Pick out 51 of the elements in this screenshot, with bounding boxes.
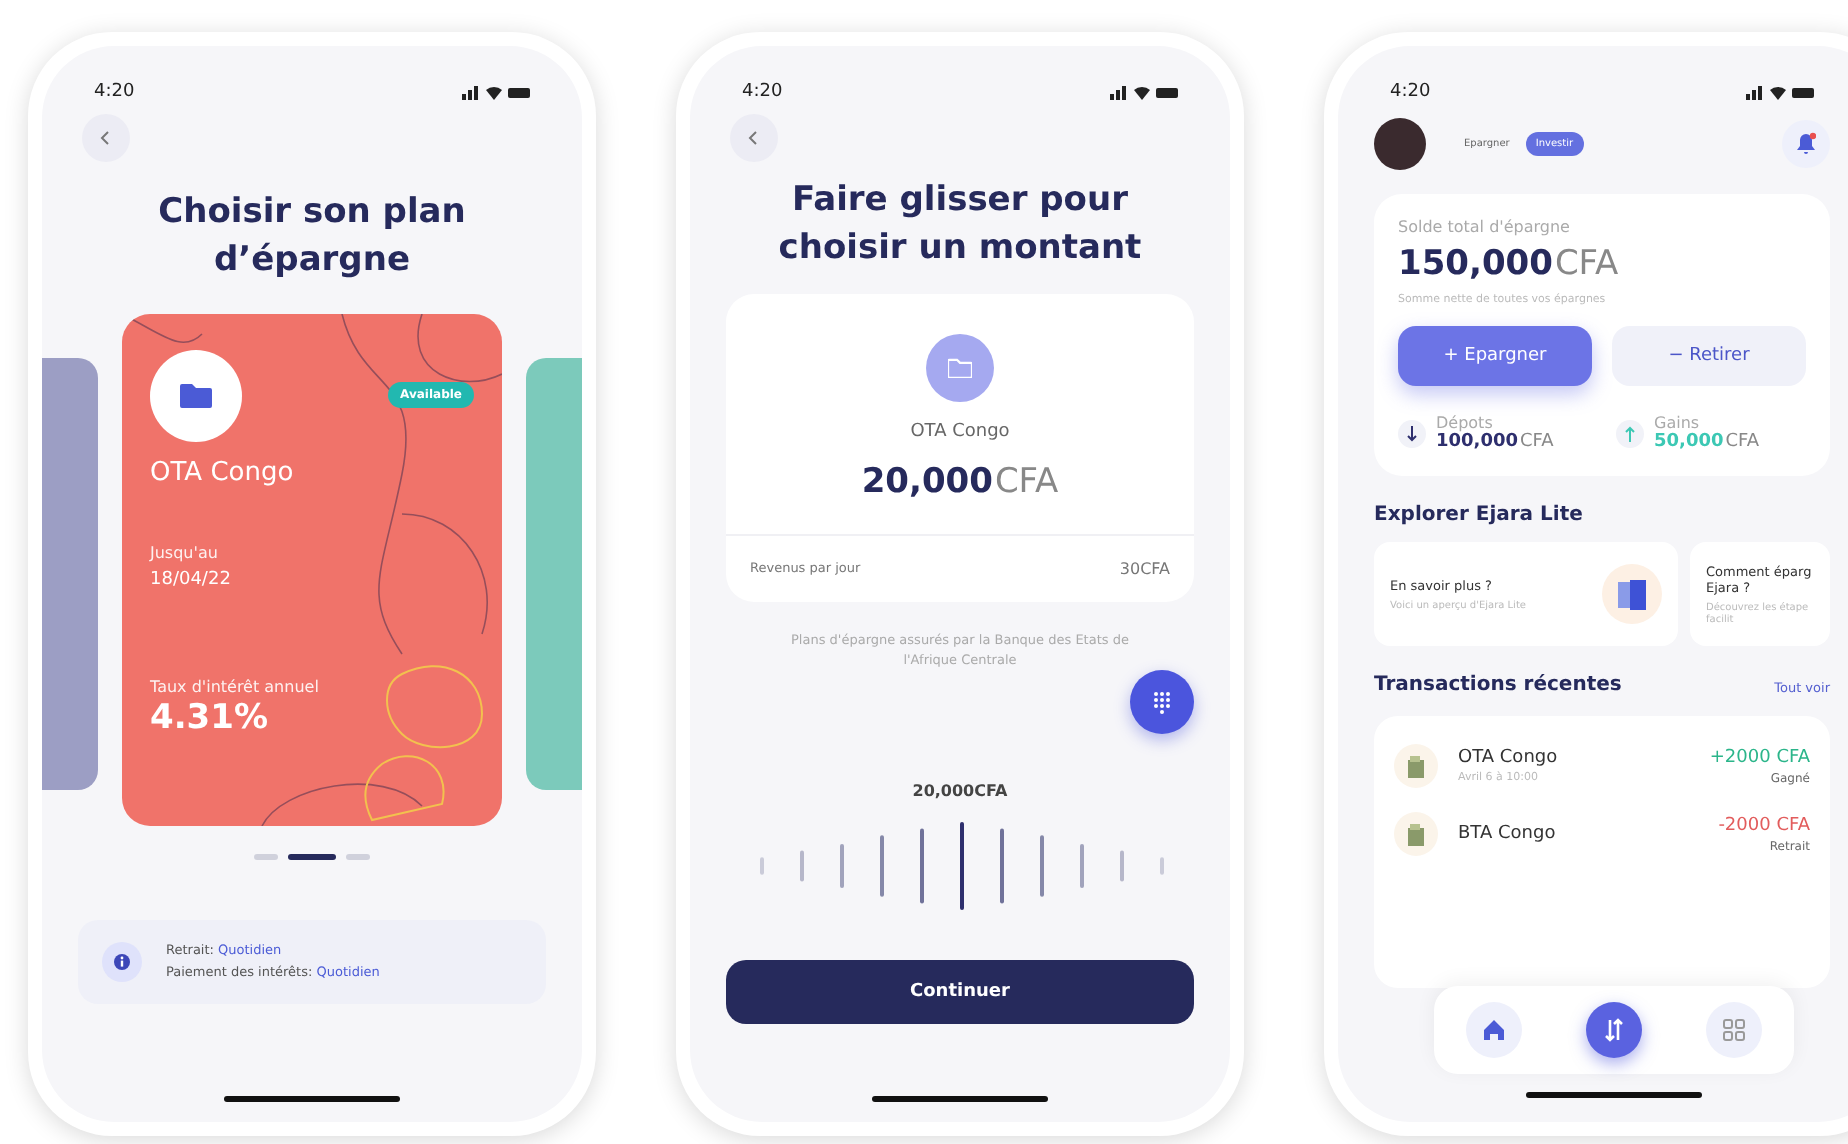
status-time: 4:20 xyxy=(742,82,783,102)
transaction-amount: -2000 CFA xyxy=(1718,815,1810,835)
bell-icon xyxy=(1796,132,1816,156)
plan-name: OTA Congo xyxy=(150,457,296,488)
withdraw-button[interactable]: − Retirer xyxy=(1612,326,1806,386)
info-icon xyxy=(102,941,142,982)
transfer-arrows-icon xyxy=(1602,1018,1626,1042)
chevron-left-icon xyxy=(100,130,112,146)
date-label: Jusqu'au xyxy=(150,543,220,562)
stat-label: Dépots xyxy=(1436,414,1495,432)
transaction-name: BTA Congo xyxy=(1458,824,1558,844)
transfer-nav-button[interactable] xyxy=(1586,1002,1642,1058)
keypad-icon xyxy=(1152,689,1172,714)
folder-icon xyxy=(926,333,994,402)
stat-amount: 50,000CFA xyxy=(1654,432,1760,452)
section-title: Explorer Ejara Lite xyxy=(1374,504,1585,526)
chevron-left-icon xyxy=(748,130,760,146)
balance-amount: 150,000CFA xyxy=(1398,244,1621,284)
status-icons xyxy=(1110,84,1178,100)
home-nav-button[interactable] xyxy=(1466,1002,1522,1058)
amount-value: 20,000CFA xyxy=(861,461,1059,502)
wallet-icon xyxy=(1394,812,1438,856)
notification-button[interactable] xyxy=(1782,120,1830,168)
grid-icon xyxy=(1722,1018,1746,1042)
screen-title: Choisir son plan d’épargne xyxy=(156,190,468,284)
home-icon xyxy=(1482,1018,1506,1042)
status-icons xyxy=(1746,84,1814,100)
save-button[interactable]: + Epargner xyxy=(1398,326,1592,386)
wallet-icon xyxy=(1394,744,1438,788)
transaction-name: OTA Congo xyxy=(1458,748,1560,768)
book-icon xyxy=(1602,564,1662,624)
slider-value: 20,000CFA xyxy=(910,781,1010,800)
section-title: Transactions récentes xyxy=(1374,674,1622,696)
status-time: 4:20 xyxy=(1390,82,1431,102)
status-icons xyxy=(462,84,530,100)
revenue-value: 30CFA xyxy=(1119,559,1170,578)
keypad-button[interactable] xyxy=(1130,669,1194,734)
grid-nav-button[interactable] xyxy=(1706,1002,1762,1058)
plan-name: OTA Congo xyxy=(910,421,1010,442)
plan-date: 18/04/22 xyxy=(150,569,233,590)
avatar[interactable] xyxy=(1374,118,1426,170)
screen-title: Faire glisser pour choisir un montant xyxy=(776,178,1144,272)
transaction-amount: +2000 CFA xyxy=(1709,747,1810,767)
rate-label: Taux d'intérêt annuel xyxy=(150,677,321,696)
stat-label: Gains xyxy=(1654,414,1702,432)
continue-button[interactable]: Continuer xyxy=(726,959,1194,1024)
interest-rate: 4.31% xyxy=(150,697,270,738)
status-time: 4:20 xyxy=(94,82,135,102)
stat-amount: 100,000 CFA xyxy=(1436,432,1554,452)
balance-label: Solde total d'épargne xyxy=(1398,218,1572,236)
folder-icon xyxy=(150,349,242,442)
